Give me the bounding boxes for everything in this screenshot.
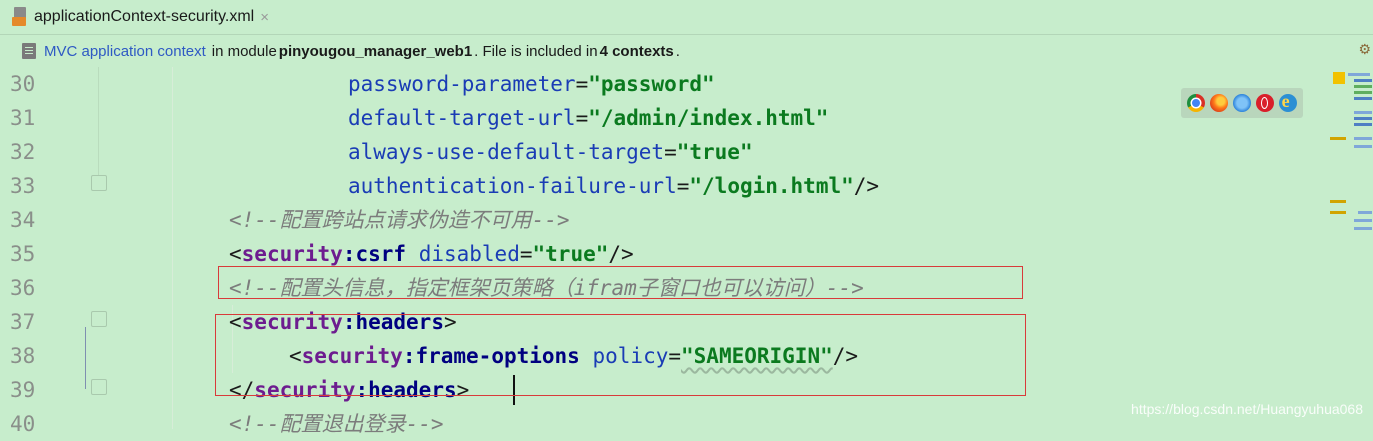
- error-stripe[interactable]: [1330, 67, 1373, 429]
- equals-sign: =: [664, 140, 677, 164]
- chrome-icon[interactable]: [1187, 94, 1206, 112]
- tag-close: />: [853, 174, 880, 198]
- tab-title: applicationContext-security.xml: [34, 8, 255, 25]
- code-line-30: password-parameter="password": [348, 67, 715, 101]
- line-number: 33: [10, 174, 36, 198]
- attribute-name: authentication-failure-url: [348, 174, 677, 198]
- xml-file-icon: [12, 6, 30, 28]
- stripe-mark: [1354, 123, 1372, 126]
- line-number: 30: [10, 72, 36, 96]
- mvc-context-link[interactable]: MVC application context: [44, 43, 206, 60]
- line-number: 36: [10, 276, 36, 300]
- line-number: 31: [10, 106, 36, 130]
- fold-expand-icon[interactable]: [91, 311, 107, 327]
- xml-comment: <!--配置退出登录-->: [229, 412, 444, 436]
- tag-open: <: [229, 242, 242, 266]
- equals-sign: =: [575, 72, 589, 96]
- line-number: 34: [10, 208, 36, 232]
- info-text-included: . File is included in: [474, 42, 598, 60]
- module-name: pinyougou_manager_web1: [278, 42, 473, 60]
- attribute-value: "password": [588, 72, 715, 96]
- stripe-mark: [1348, 73, 1370, 76]
- line-number: 32: [10, 140, 36, 164]
- stripe-mark: [1354, 111, 1372, 114]
- code-line-40: <!--配置退出登录-->: [229, 407, 444, 441]
- stripe-mark: [1358, 211, 1372, 214]
- safari-icon[interactable]: [1232, 94, 1251, 112]
- fold-collapse-icon[interactable]: [91, 175, 107, 191]
- xml-comment: <!--配置跨站点请求伪造不可用-->: [229, 208, 570, 232]
- stripe-mark: [1330, 200, 1346, 203]
- contexts-count: 4 contexts: [599, 42, 674, 60]
- document-icon: [22, 43, 36, 59]
- code-line-32: always-use-default-target="true": [348, 135, 753, 169]
- stripe-mark: [1330, 211, 1346, 214]
- stripe-mark: [1354, 79, 1372, 82]
- tag-close: />: [608, 242, 634, 266]
- firefox-icon[interactable]: [1210, 94, 1229, 112]
- opera-icon[interactable]: [1255, 94, 1274, 112]
- stripe-mark: [1354, 227, 1372, 230]
- stripe-mark: [1354, 219, 1372, 222]
- attribute-value: "/login.html": [689, 174, 854, 198]
- fold-collapse-icon[interactable]: [91, 379, 107, 395]
- code-editor[interactable]: 30 31 32 33 34 35 36 37 38 39 40 passwor…: [0, 67, 1340, 436]
- line-number: 40: [10, 412, 36, 436]
- stripe-mark: [1354, 97, 1372, 100]
- annotation-box-headers: [215, 314, 1026, 396]
- attribute-name: disabled: [418, 242, 520, 266]
- stripe-mark: [1354, 117, 1372, 120]
- browser-preview-toolbar: [1181, 88, 1303, 118]
- info-text-in-module: in module: [211, 42, 277, 60]
- stripe-mark: [1354, 91, 1372, 94]
- line-number: 39: [10, 378, 36, 402]
- fold-guide: [98, 67, 99, 175]
- indent-guide: [172, 67, 173, 429]
- close-icon[interactable]: ×: [260, 9, 269, 26]
- equals-sign: =: [519, 242, 533, 266]
- annotation-box-comment: [218, 266, 1023, 299]
- attribute-name: default-target-url: [348, 106, 576, 130]
- info-text-end: .: [675, 42, 680, 60]
- context-info-bar: MVC application context in module pinyou…: [0, 35, 1373, 67]
- attribute-name: always-use-default-target: [348, 140, 665, 164]
- code-line-34: <!--配置跨站点请求伪造不可用-->: [229, 203, 570, 237]
- stripe-mark: [1354, 137, 1372, 140]
- editor-tab[interactable]: applicationContext-security.xml ×: [0, 0, 290, 34]
- warning-indicator-icon[interactable]: [1333, 72, 1345, 84]
- namespace: security: [241, 242, 343, 266]
- equals-sign: =: [676, 174, 690, 198]
- line-number: 37: [10, 310, 36, 334]
- code-line-31: default-target-url="/admin/index.html": [348, 101, 828, 135]
- equals-sign: =: [575, 106, 589, 130]
- stripe-mark: [1354, 145, 1372, 148]
- gear-icon[interactable]: ⚙: [1358, 41, 1371, 58]
- fold-guide: [85, 327, 86, 389]
- code-line-33: authentication-failure-url="/login.html"…: [348, 169, 879, 203]
- editor-tab-bar: applicationContext-security.xml ×: [0, 0, 1373, 35]
- attribute-value: "true": [676, 140, 753, 164]
- line-number: 38: [10, 344, 36, 368]
- tag-name: csrf: [355, 242, 407, 266]
- attribute-value: "/admin/index.html": [588, 106, 829, 130]
- stripe-mark: [1330, 137, 1346, 140]
- stripe-mark: [1354, 85, 1372, 88]
- line-number: 35: [10, 242, 36, 266]
- colon: :: [342, 242, 356, 266]
- attribute-value: "true": [532, 242, 609, 266]
- ie-icon[interactable]: [1278, 91, 1297, 112]
- watermark-text: https://blog.csdn.net/Huangyuhua068: [1131, 401, 1363, 417]
- attribute-name: password-parameter: [348, 72, 576, 96]
